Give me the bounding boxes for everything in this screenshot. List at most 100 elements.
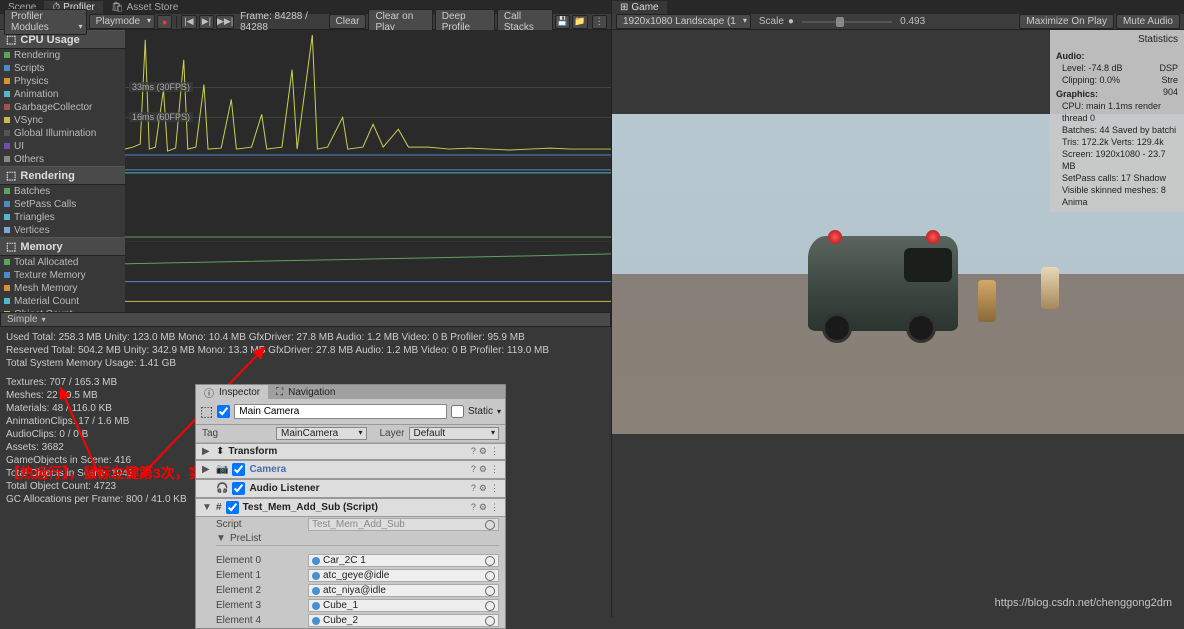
object-picker-icon[interactable] [485,586,495,596]
mute-audio-button[interactable]: Mute Audio [1116,14,1180,29]
gear-icon[interactable]: ⚙ [479,464,487,475]
cpu-icon: ⬚ [6,33,16,46]
memory-header[interactable]: ⬚ Memory [0,237,125,256]
cpu-item[interactable]: Global Illumination [0,127,125,140]
static-checkbox[interactable] [451,405,464,418]
component-audio-listener[interactable]: ▶ 🎧 Audio Listener ?⚙⋮ [196,479,505,498]
object-dot-icon [312,602,320,610]
save-icon[interactable]: 💾 [555,15,570,29]
prev-frame-button[interactable]: |◀ [181,15,196,29]
element-object-field[interactable]: atc_niya@idle [308,584,499,597]
menu-icon[interactable]: ⋮ [592,15,607,29]
scale-label: Scale [759,16,784,27]
inspector-panel: ⓘInspector ⛶Navigation ⬚ Static▾ Tag Mai… [195,384,506,629]
component-transform[interactable]: ▶ ⬍ Transform ?⚙⋮ [196,443,505,460]
script-enabled-checkbox[interactable] [226,501,239,514]
object-dot-icon [312,587,320,595]
element-object-field[interactable]: Car_2C 1 [308,554,499,567]
object-picker-icon[interactable] [485,601,495,611]
tab-asset-store[interactable]: 🛍Asset Store [103,1,186,14]
cpu-item[interactable]: Rendering [0,49,125,62]
audio-enabled-checkbox[interactable] [232,482,245,495]
gear-icon[interactable]: ⚙ [479,446,487,457]
cpu-item[interactable]: VSync [0,114,125,127]
element-label: Element 3 [216,600,304,611]
game-icon: ⊞ [620,2,628,13]
rendering-item[interactable]: Batches [0,185,125,198]
profiler-modules-dropdown[interactable]: Profiler Modules [4,9,87,35]
foldout-icon[interactable]: ▶ [202,446,212,457]
help-icon[interactable]: ? [471,464,476,475]
active-checkbox[interactable] [217,405,230,418]
cpu-item[interactable]: Animation [0,88,125,101]
scale-slider[interactable] [802,21,892,23]
resolution-dropdown[interactable]: 1920x1080 Landscape (1 [616,14,751,29]
foldout-icon[interactable]: ▶ [202,464,212,475]
rendering-item[interactable]: Vertices [0,224,125,237]
fps30-label: 33ms (30FPS) [129,82,193,92]
element-object-field[interactable]: atc_geye@idle [308,569,499,582]
component-script[interactable]: ▼ # Test_Mem_Add_Sub (Script) ?⚙⋮ [196,498,505,517]
object-picker-icon[interactable] [485,520,495,530]
menu-icon[interactable]: ⋮ [490,464,499,475]
element-row: Element 0Car_2C 1 [196,553,505,568]
rendering-item[interactable]: SetPass Calls [0,198,125,211]
layer-dropdown[interactable]: Default [409,427,500,440]
camera-enabled-checkbox[interactable] [232,463,245,476]
menu-icon[interactable]: ⋮ [490,502,499,513]
object-picker-icon[interactable] [485,571,495,581]
menu-icon[interactable]: ⋮ [490,483,499,494]
cpu-item[interactable]: Scripts [0,62,125,75]
playmode-dropdown[interactable]: Playmode [89,14,155,29]
menu-icon[interactable]: ⋮ [490,446,499,457]
scale-value: 0.493 [900,16,925,27]
script-field: Test_Mem_Add_Sub [308,518,499,531]
cpu-item[interactable]: UI [0,140,125,153]
object-dot-icon [312,557,320,565]
current-frame-button[interactable]: ▶▶| [216,15,234,29]
record-button[interactable]: ● [157,15,172,29]
audio-icon: 🎧 [216,483,228,494]
gear-icon[interactable]: ⚙ [479,483,487,494]
element-row: Element 4Cube_2 [196,613,505,628]
tab-inspector[interactable]: ⓘInspector [196,385,268,399]
help-icon[interactable]: ? [471,483,476,494]
navigation-icon: ⛶ [276,387,283,398]
component-camera[interactable]: ▶ 📷 Camera ?⚙⋮ [196,460,505,479]
help-icon[interactable]: ? [471,502,476,513]
rendering-chart[interactable] [125,158,611,242]
stats-panel: Statistics Audio: Level: -74.8 dBDSP Cli… [1050,30,1184,212]
gear-icon[interactable]: ⚙ [479,502,487,513]
tab-navigation[interactable]: ⛶Navigation [268,385,343,399]
memory-item[interactable]: Mesh Memory [0,282,125,295]
memory-item[interactable]: Total Allocated [0,256,125,269]
simple-dropdown[interactable]: Simple [0,312,611,327]
element-object-field[interactable]: Cube_2 [308,614,499,627]
store-icon: 🛍 [111,2,124,13]
rendering-header[interactable]: ⬚ Rendering [0,166,125,185]
name-field[interactable] [234,404,447,419]
cpu-item[interactable]: Others [0,153,125,166]
object-picker-icon[interactable] [485,556,495,566]
tab-game[interactable]: ⊞Game [612,1,667,14]
cpu-item[interactable]: GarbageCollector [0,101,125,114]
cpu-item[interactable]: Physics [0,75,125,88]
tag-dropdown[interactable]: MainCamera [276,427,367,440]
cpu-chart[interactable]: 33ms (30FPS) 16ms (60FPS) [125,30,611,158]
element-row: Element 3 Cube_1 [196,598,505,613]
foldout-icon[interactable]: ▼ [202,502,212,513]
memory-item[interactable]: Material Count [0,295,125,308]
load-icon[interactable]: 📁 [572,15,587,29]
memory-chart[interactable] [125,242,611,312]
rendering-item[interactable]: Triangles [0,211,125,224]
element-object-field[interactable]: Cube_1 [308,599,499,612]
memory-item[interactable]: Texture Memory [0,269,125,282]
clear-button[interactable]: Clear [329,14,367,29]
element-row: Element 1atc_geye@idle [196,568,505,583]
help-icon[interactable]: ? [471,446,476,457]
render-icon: ⬚ [6,169,16,182]
object-picker-icon[interactable] [485,616,495,626]
next-frame-button[interactable]: ▶| [199,15,214,29]
maximize-on-play-button[interactable]: Maximize On Play [1019,14,1114,29]
foldout-icon[interactable]: ▼ [216,533,226,544]
